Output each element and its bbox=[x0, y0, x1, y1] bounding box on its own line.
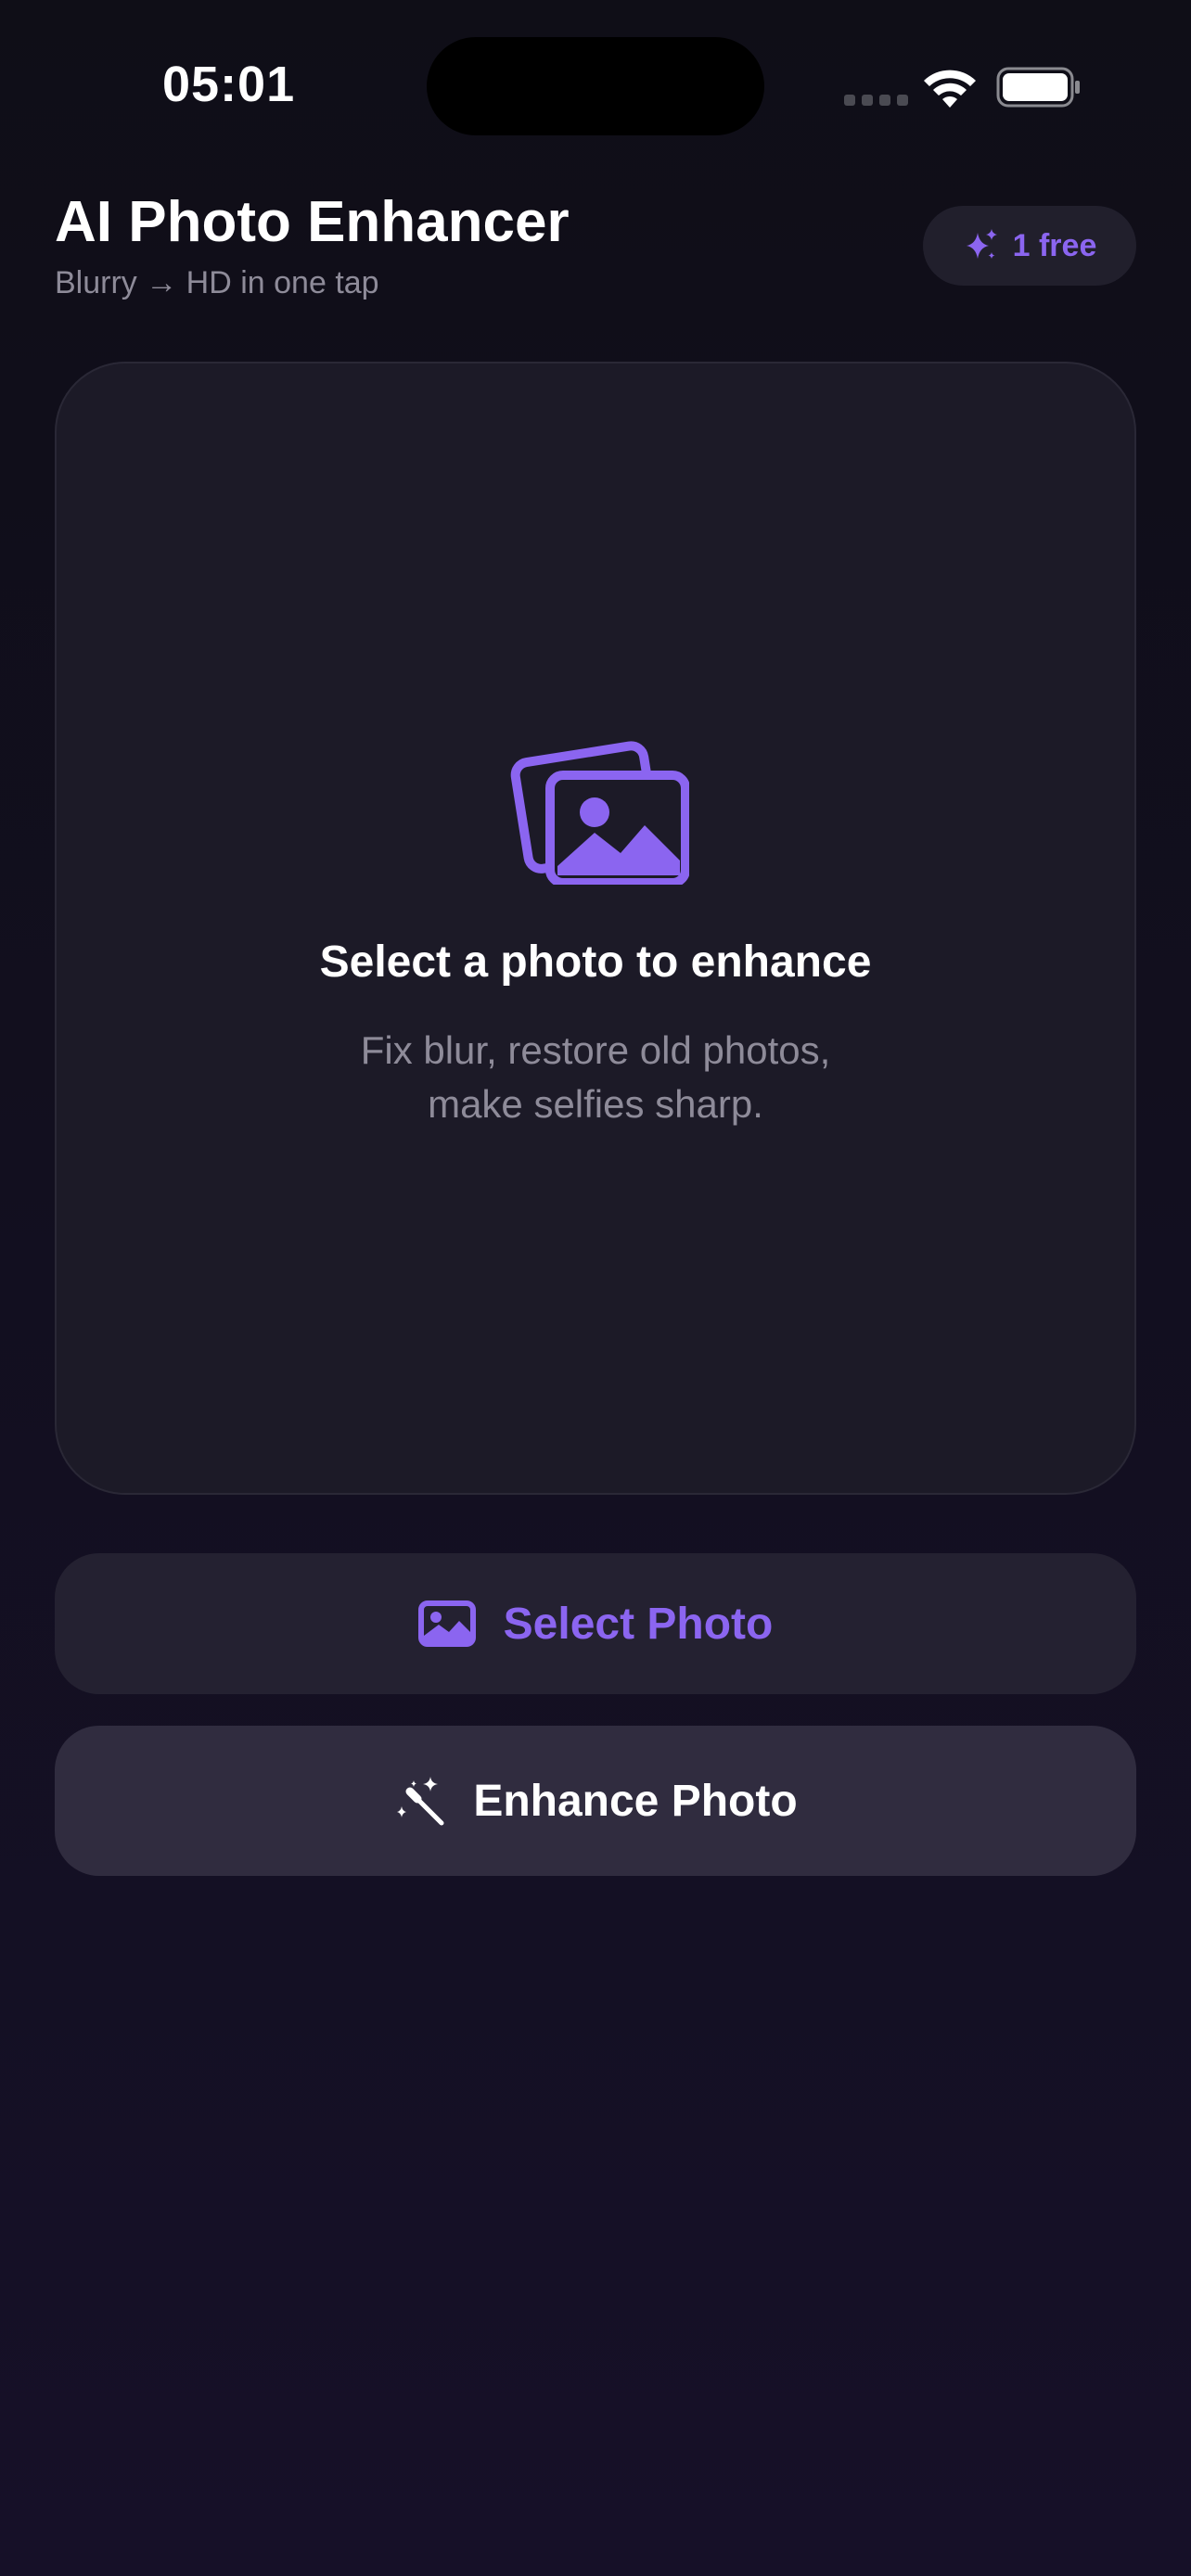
sparkles-icon bbox=[966, 229, 997, 259]
photo-drop-area[interactable]: Select a photo to enhance Fix blur, rest… bbox=[55, 362, 1136, 1495]
enhance-photo-button[interactable]: Enhance Photo bbox=[55, 1726, 1136, 1876]
empty-state-description-line: make selfies sharp. bbox=[428, 1082, 763, 1126]
cellular-signal-icon bbox=[844, 95, 908, 106]
status-bar: 05:01 bbox=[0, 0, 1191, 167]
free-credits-badge[interactable]: 1 free bbox=[923, 206, 1136, 286]
status-time: 05:01 bbox=[162, 57, 296, 112]
header: AI Photo Enhancer Blurry → HD in one tap… bbox=[55, 185, 1136, 315]
battery-icon bbox=[996, 67, 1080, 108]
enhance-photo-label: Enhance Photo bbox=[473, 1776, 798, 1826]
empty-state-title: Select a photo to enhance bbox=[319, 937, 872, 987]
page-title: AI Photo Enhancer bbox=[55, 190, 570, 254]
select-photo-button[interactable]: Select Photo bbox=[55, 1553, 1136, 1694]
photo-icon bbox=[417, 1600, 476, 1647]
free-credits-label: 1 free bbox=[1012, 227, 1097, 263]
magic-wand-icon bbox=[397, 1777, 444, 1826]
empty-state-description-line: Fix blur, restore old photos, bbox=[360, 1028, 831, 1072]
dynamic-island bbox=[427, 37, 764, 135]
photo-stack-icon bbox=[510, 741, 689, 885]
select-photo-label: Select Photo bbox=[503, 1599, 774, 1649]
wifi-icon bbox=[924, 70, 976, 108]
page-subtitle: Blurry → HD in one tap bbox=[55, 265, 379, 300]
empty-state-description: Fix blur, restore old photos, make selfi… bbox=[57, 1024, 1134, 1131]
